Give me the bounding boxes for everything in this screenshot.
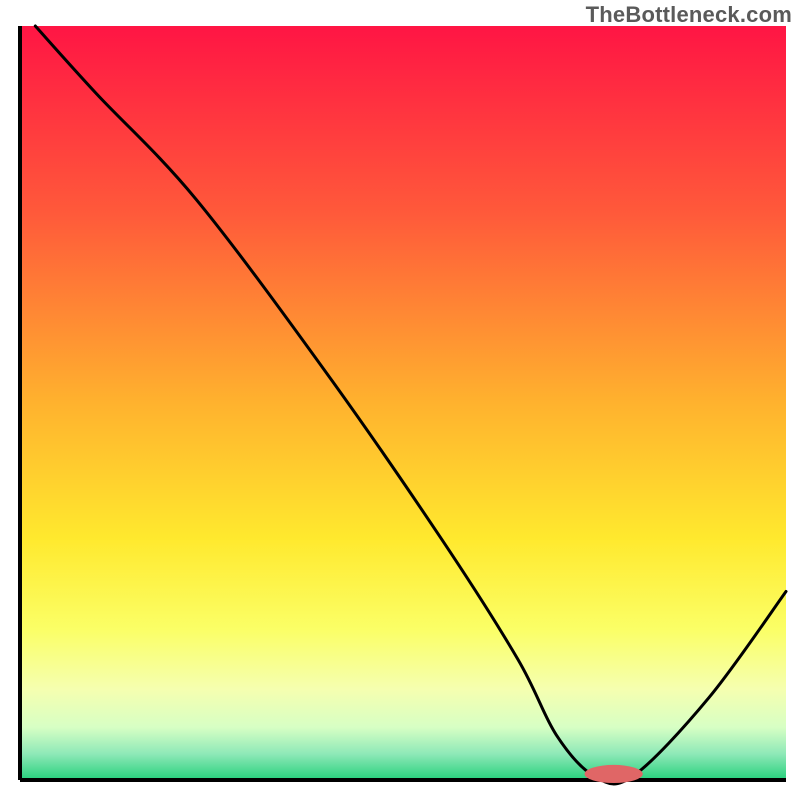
plot-background [20, 26, 786, 780]
watermark-text: TheBottleneck.com [586, 2, 792, 28]
chart-canvas [0, 0, 800, 800]
bottleneck-chart: TheBottleneck.com [0, 0, 800, 800]
optimal-marker [585, 765, 643, 783]
